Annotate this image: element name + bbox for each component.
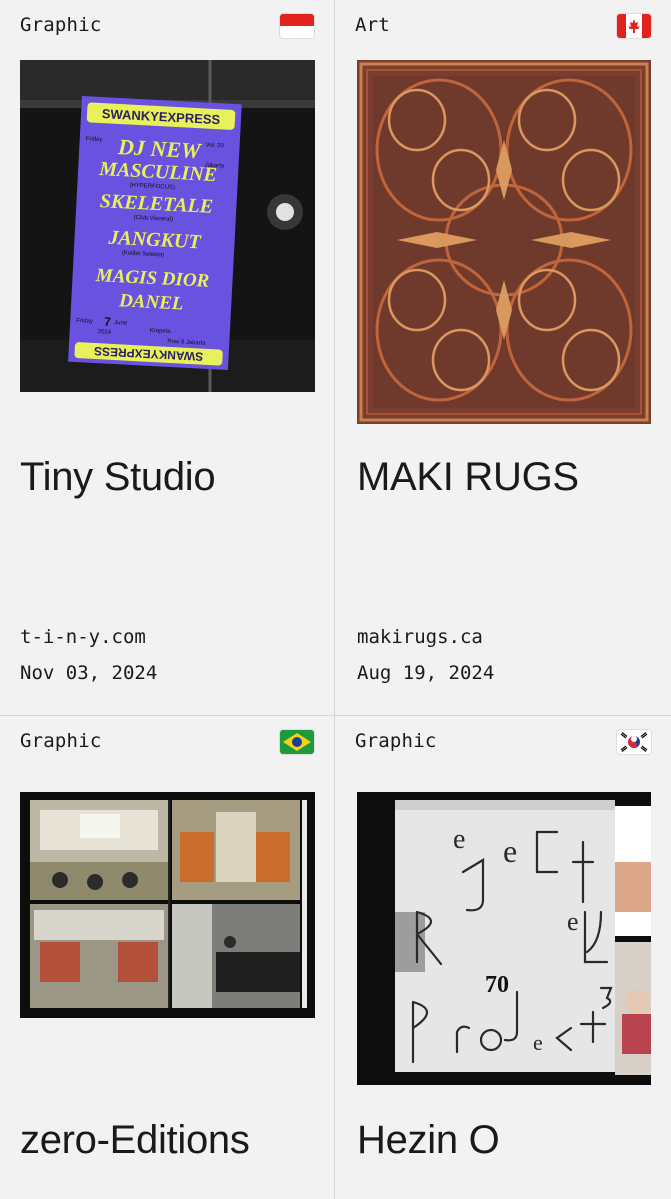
- project-card-maki-rugs[interactable]: Art MAKI RUGS makirugs.ca Aug 19, 2024: [335, 0, 671, 716]
- svg-text:e: e: [533, 1030, 543, 1055]
- brazil-flag-icon: [280, 730, 314, 754]
- svg-text:e: e: [453, 824, 465, 855]
- poster-city: Jakarta: [204, 163, 225, 170]
- project-title[interactable]: MAKI RUGS: [357, 455, 579, 500]
- poster-year: 2024: [98, 329, 112, 336]
- category-label: Graphic: [20, 730, 102, 752]
- project-site-link[interactable]: t-i-n-y.com: [20, 626, 146, 648]
- svg-text:e: e: [503, 833, 517, 869]
- poster-vol: Vol. 20: [205, 143, 224, 150]
- project-grid: Graphic SWANKYEXPRESS DJ NEW MASCULINE S…: [0, 0, 671, 1199]
- project-card-zero-editions[interactable]: Graphic zero-Editions: [0, 716, 335, 1199]
- south-korea-flag-icon: [617, 730, 651, 754]
- canada-flag-icon: [617, 14, 651, 38]
- indonesia-flag-icon: [280, 14, 314, 38]
- category-label: Art: [355, 14, 390, 36]
- project-image[interactable]: [357, 60, 651, 424]
- poster-day-2: Friday: [76, 318, 93, 325]
- project-title[interactable]: Hezin O: [357, 1118, 500, 1163]
- project-date: Nov 03, 2024: [20, 662, 158, 684]
- project-site-link[interactable]: makirugs.ca: [357, 626, 483, 648]
- poster-line6: DANEL: [118, 290, 184, 314]
- project-image[interactable]: [20, 792, 315, 1018]
- poster-venue: Krapela: [150, 328, 172, 335]
- project-image[interactable]: e e e e 70: [357, 792, 651, 1085]
- poster-day: Friday: [86, 136, 103, 143]
- project-card-tiny-studio[interactable]: Graphic SWANKYEXPRESS DJ NEW MASCULINE S…: [0, 0, 335, 716]
- project-title[interactable]: zero-Editions: [20, 1118, 250, 1163]
- project-date: Aug 19, 2024: [357, 662, 495, 684]
- poster-num: 7: [104, 314, 112, 328]
- project-image[interactable]: SWANKYEXPRESS DJ NEW MASCULINE SKELETALE…: [20, 60, 315, 392]
- book-number: 70: [485, 972, 509, 998]
- project-card-hezin-o[interactable]: Graphic e e e e 70 Hezin O: [335, 716, 671, 1199]
- category-label: Graphic: [20, 14, 102, 36]
- category-label: Graphic: [355, 730, 437, 752]
- project-title[interactable]: Tiny Studio: [20, 455, 216, 500]
- svg-text:e: e: [567, 907, 579, 936]
- poster-month: June: [114, 320, 128, 327]
